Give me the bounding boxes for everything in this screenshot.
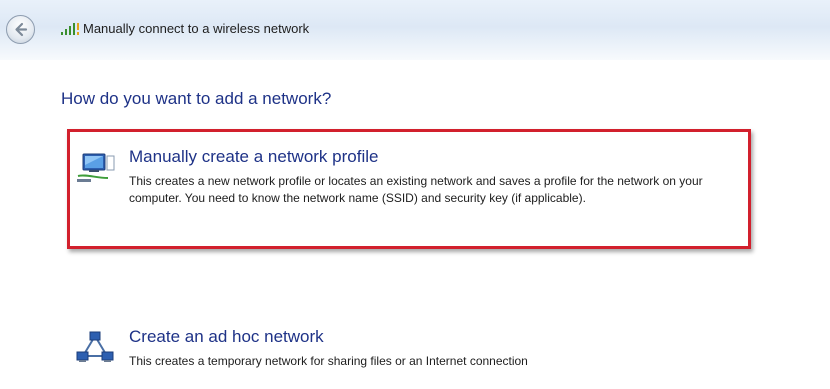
window-title: Manually connect to a wireless network xyxy=(83,21,310,36)
option-description-manual-profile: This creates a new network profile or lo… xyxy=(129,174,703,205)
manual-profile-option[interactable]: Manually create a network profile This c… xyxy=(67,129,751,249)
option-title-manual-profile: Manually create a network profile xyxy=(129,147,379,166)
ad-hoc-network-option[interactable]: Create an ad hoc network This creates a … xyxy=(67,321,751,381)
option-description-ad-hoc: This creates a temporary network for sha… xyxy=(129,354,528,368)
window-titlebar: Manually connect to a wireless network xyxy=(0,0,830,60)
back-button[interactable] xyxy=(6,15,35,44)
option-title-ad-hoc: Create an ad hoc network xyxy=(129,327,324,346)
ad-hoc-network-icon xyxy=(76,331,114,362)
back-arrow-icon xyxy=(15,22,28,37)
wireless-signal-icon xyxy=(61,23,79,35)
page-heading: How do you want to add a network? xyxy=(61,89,332,108)
network-profile-icon xyxy=(77,153,115,182)
